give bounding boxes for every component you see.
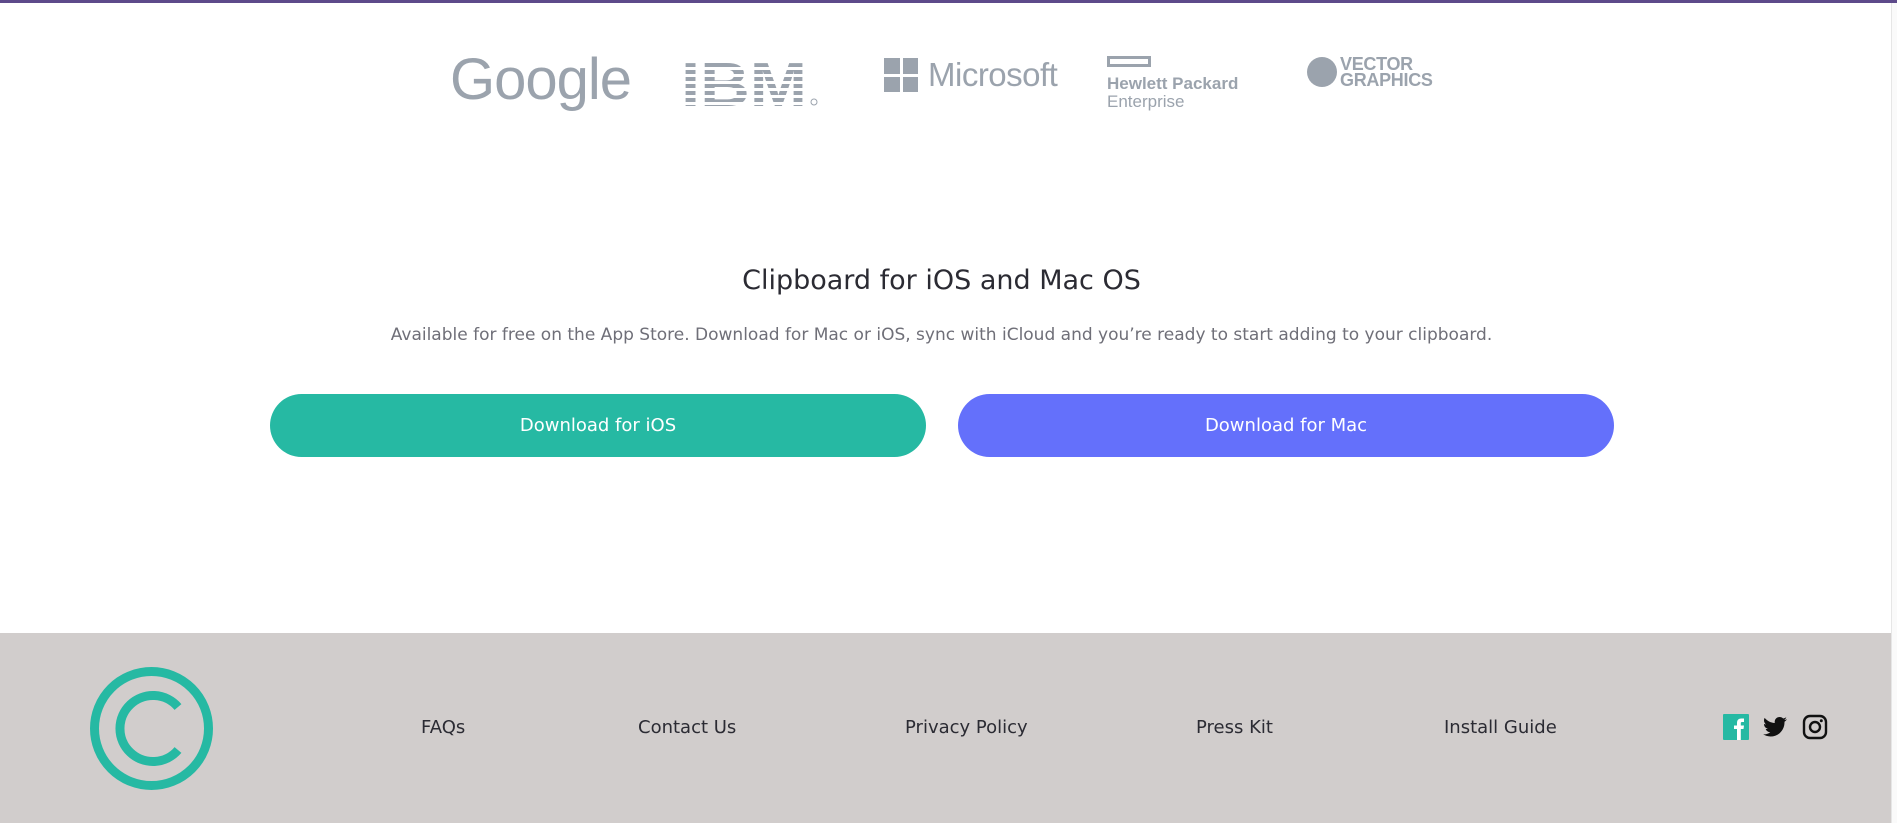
- footer-link-privacy-policy[interactable]: Privacy Policy: [905, 717, 1028, 738]
- microsoft-wordmark: Microsoft: [928, 56, 1058, 93]
- footer: FAQs Contact Us Privacy Policy Press Kit…: [0, 633, 1891, 823]
- svg-text:IBM: IBM: [681, 56, 807, 110]
- hpe-wordmark-line2: Enterprise: [1107, 92, 1185, 111]
- vector-graphics-wordmark: VECTOR GRAPHICS: [1340, 55, 1433, 90]
- microsoft-logo: Microsoft: [884, 56, 1058, 94]
- top-rule: [0, 0, 1897, 3]
- ibm-logo: IBM: [681, 56, 818, 110]
- hpe-logo: Hewlett Packard Enterprise: [1107, 56, 1238, 111]
- vector-graphics-logo: VECTOR GRAPHICS: [1307, 55, 1433, 90]
- microsoft-windows-icon: [884, 58, 918, 92]
- vector-graphics-circle-icon: [1307, 57, 1337, 87]
- facebook-icon[interactable]: [1723, 714, 1749, 740]
- footer-link-contact-us[interactable]: Contact Us: [638, 717, 736, 738]
- google-logo: Google: [450, 47, 632, 112]
- clipboard-logo-icon[interactable]: [88, 665, 215, 792]
- instagram-icon[interactable]: [1802, 714, 1828, 740]
- cta-description: Available for free on the App Store. Dow…: [390, 325, 1493, 345]
- hpe-rectangle-icon: [1107, 56, 1151, 67]
- footer-link-faqs[interactable]: FAQs: [421, 717, 465, 738]
- page-scrollbar[interactable]: [1891, 3, 1897, 823]
- cta-title: Clipboard for iOS and Mac OS: [742, 265, 1141, 296]
- hpe-wordmark-line1: Hewlett Packard: [1107, 74, 1239, 93]
- download-ios-button[interactable]: Download for iOS: [270, 394, 926, 457]
- vector-graphics-line2: GRAPHICS: [1340, 70, 1433, 90]
- twitter-icon[interactable]: [1762, 714, 1788, 740]
- download-mac-button[interactable]: Download for Mac: [958, 394, 1614, 457]
- footer-link-install-guide[interactable]: Install Guide: [1444, 717, 1557, 738]
- footer-link-press-kit[interactable]: Press Kit: [1196, 717, 1273, 738]
